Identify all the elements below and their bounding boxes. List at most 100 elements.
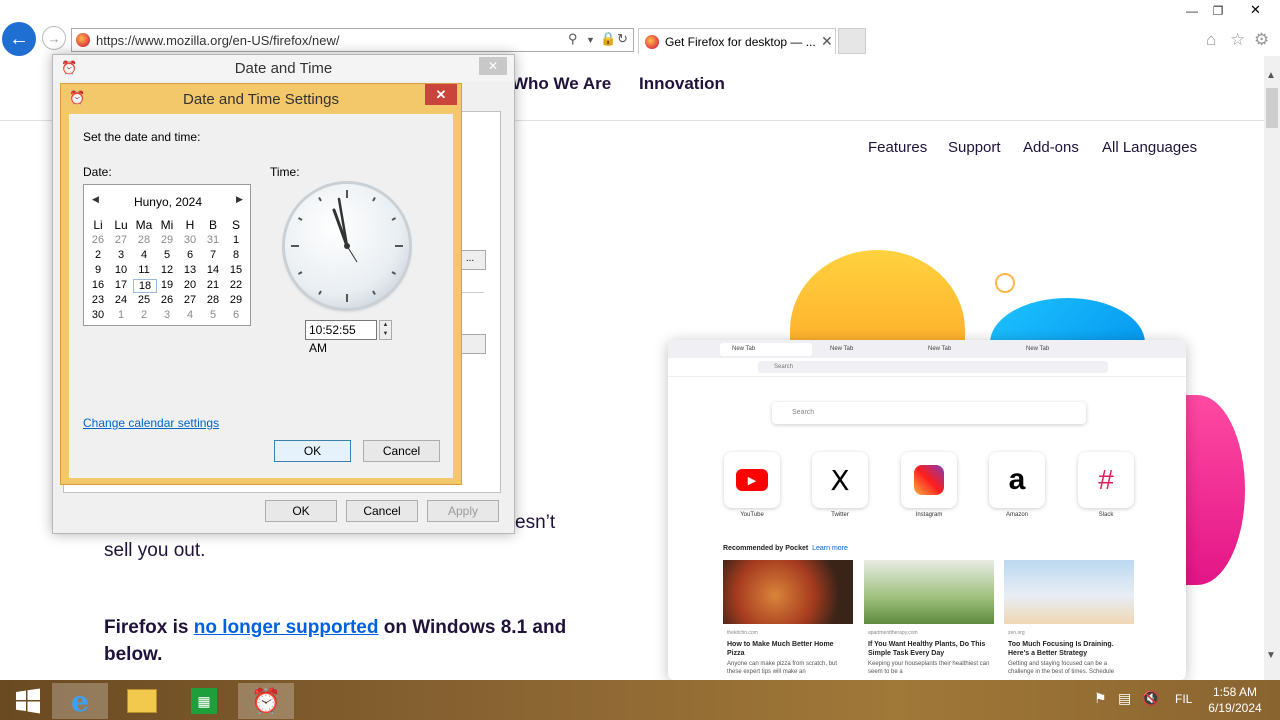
calendar-day[interactable]: 24 <box>110 294 132 306</box>
scroll-thumb[interactable] <box>1266 88 1278 128</box>
minimize-button[interactable]: — <box>1178 2 1206 20</box>
calendar-day[interactable]: 2 <box>133 309 155 321</box>
back-button[interactable]: ← <box>2 22 36 56</box>
calendar-day[interactable]: 5 <box>202 309 224 321</box>
calendar-day[interactable]: 17 <box>110 279 132 291</box>
subnav-support[interactable]: Support <box>948 139 1001 156</box>
calendar-weekday-header: B <box>208 218 217 232</box>
taskbar-store[interactable]: ▦ <box>176 683 232 719</box>
calendar-day[interactable]: 28 <box>202 294 224 306</box>
calendar-day[interactable]: 29 <box>225 294 247 306</box>
calendar-day[interactable]: 30 <box>87 309 109 321</box>
calendar-day[interactable]: 3 <box>156 309 178 321</box>
calendar-day[interactable]: 20 <box>179 279 201 291</box>
calendar-day[interactable]: 26 <box>87 234 109 246</box>
nav-who-we-are[interactable]: Who We Are <box>512 74 611 94</box>
action-center-flag-icon[interactable]: ⚑ <box>1094 690 1107 707</box>
spin-down-icon[interactable]: ▼ <box>380 330 391 339</box>
calendar-day[interactable]: 16 <box>87 279 109 291</box>
calendar-month[interactable]: Hunyo, 2024 <box>84 195 252 209</box>
calendar-day[interactable]: 2 <box>87 249 109 261</box>
calendar-day[interactable]: 12 <box>156 264 178 276</box>
clock-face <box>291 190 403 302</box>
dialog-close-button[interactable]: ✕ <box>479 57 507 75</box>
input-language[interactable]: FIL <box>1175 692 1192 706</box>
time-input[interactable]: 10:52:55 AM <box>305 320 377 355</box>
calendar-day[interactable]: 14 <box>202 264 224 276</box>
dialog-titlebar[interactable]: ⏰ Date and Time ✕ <box>53 55 514 81</box>
calendar-day[interactable]: 31 <box>202 234 224 246</box>
cancel-button[interactable]: Cancel <box>363 440 440 462</box>
calendar-day[interactable]: 1 <box>110 309 132 321</box>
subnav-all-languages[interactable]: All Languages <box>1102 139 1197 156</box>
calendar-day[interactable]: 19 <box>156 279 178 291</box>
calendar-day[interactable]: 10 <box>110 264 132 276</box>
calendar-day[interactable]: 11 <box>133 264 155 276</box>
address-url[interactable]: https://www.mozilla.org/en-US/firefox/ne… <box>96 33 339 48</box>
calendar-day[interactable]: 25 <box>133 294 155 306</box>
search-icon[interactable]: ⚲ <box>568 31 578 47</box>
change-calendar-settings-link[interactable]: Change calendar settings <box>83 416 219 430</box>
home-icon[interactable]: ⌂ <box>1206 30 1216 50</box>
lock-icon[interactable]: 🔒 <box>600 31 616 47</box>
restore-button[interactable]: ❐ <box>1204 2 1232 20</box>
calendar-day[interactable]: 27 <box>110 234 132 246</box>
calendar-day[interactable]: 6 <box>225 309 247 321</box>
settings-gear-icon[interactable]: ⚙ <box>1254 30 1269 50</box>
calendar-day[interactable]: 18 <box>133 279 157 293</box>
browser-tab[interactable]: Get Firefox for desktop — ... ✕ <box>638 28 836 54</box>
calendar-day[interactable]: 21 <box>202 279 224 291</box>
apply-button[interactable]: Apply <box>427 500 499 522</box>
subnav-features[interactable]: Features <box>868 139 927 156</box>
scroll-up-icon[interactable]: ▲ <box>1266 70 1276 81</box>
refresh-icon[interactable]: ↻ <box>617 31 628 47</box>
pocket-card: zen.org Too Much Focusing Is Draining. H… <box>1004 560 1134 680</box>
calendar-day[interactable]: 5 <box>156 249 178 261</box>
subnav-add-ons[interactable]: Add-ons <box>1023 139 1079 156</box>
volume-muted-icon[interactable]: 🔇 <box>1142 690 1159 707</box>
page-scrollbar[interactable] <box>1264 56 1280 680</box>
favorites-star-icon[interactable]: ☆ <box>1230 30 1245 50</box>
ok-button[interactable]: OK <box>274 440 351 462</box>
calendar-day[interactable]: 23 <box>87 294 109 306</box>
calendar-day[interactable]: 27 <box>179 294 201 306</box>
calendar-day[interactable]: 28 <box>133 234 155 246</box>
taskbar-internet-explorer[interactable]: e <box>52 683 108 719</box>
network-icon[interactable]: ▤ <box>1118 690 1131 707</box>
calendar-day[interactable]: 30 <box>179 234 201 246</box>
calendar-day[interactable]: 29 <box>156 234 178 246</box>
calendar-day[interactable]: 15 <box>225 264 247 276</box>
scroll-down-icon[interactable]: ▼ <box>1266 650 1276 661</box>
new-tab-button[interactable] <box>838 28 866 54</box>
start-button[interactable] <box>0 683 56 719</box>
dropdown-arrow-icon[interactable]: ▼ <box>586 35 595 45</box>
spin-up-icon[interactable]: ▲ <box>380 321 391 330</box>
calendar-day[interactable]: 8 <box>225 249 247 261</box>
no-longer-supported-link[interactable]: no longer supported <box>194 617 379 638</box>
forward-button[interactable]: → <box>42 26 66 50</box>
taskbar-file-explorer[interactable] <box>114 683 170 719</box>
calendar-day[interactable]: 4 <box>133 249 155 261</box>
dialog-close-button[interactable]: ✕ <box>425 84 457 105</box>
calendar-day[interactable]: 6 <box>179 249 201 261</box>
tray-clock[interactable]: 1:58 AM 6/19/2024 <box>1198 684 1272 716</box>
calendar-day[interactable]: 4 <box>179 309 201 321</box>
calendar-day[interactable]: 9 <box>87 264 109 276</box>
taskbar-date-time[interactable]: ⏰ <box>238 683 294 719</box>
close-window-button[interactable]: ✕ <box>1236 0 1280 20</box>
calendar-day[interactable]: 22 <box>225 279 247 291</box>
time-spinner[interactable]: ▲ ▼ <box>379 320 392 340</box>
calendar-day[interactable]: 3 <box>110 249 132 261</box>
calendar-day[interactable]: 26 <box>156 294 178 306</box>
cancel-button[interactable]: Cancel <box>346 500 418 522</box>
calendar-day[interactable]: 1 <box>225 234 247 246</box>
next-month-button[interactable]: ▶ <box>236 194 243 205</box>
nav-innovation[interactable]: Innovation <box>639 74 725 94</box>
calendar-day[interactable]: 13 <box>179 264 201 276</box>
ok-button[interactable]: OK <box>265 500 337 522</box>
calendar-day[interactable]: 7 <box>202 249 224 261</box>
card-source: zen.org <box>1008 630 1025 636</box>
tab-close-button[interactable]: ✕ <box>821 33 833 50</box>
address-bar[interactable]: https://www.mozilla.org/en-US/firefox/ne… <box>71 28 634 52</box>
firefox-screenshot-mockup: New Tab New Tab New Tab New Tab Search S… <box>668 340 1186 680</box>
